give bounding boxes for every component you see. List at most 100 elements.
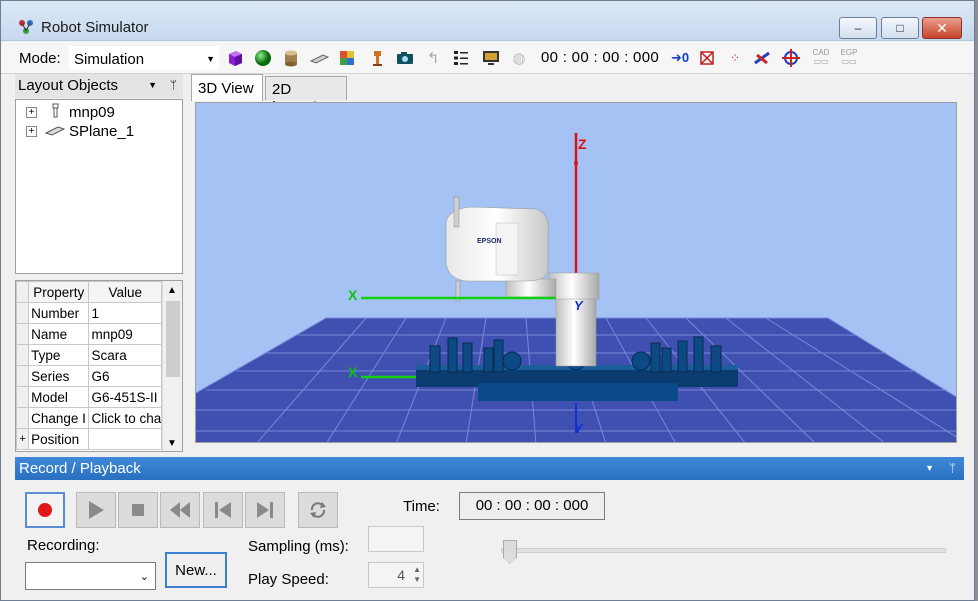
mode-select[interactable]: Simulation ▼: [69, 46, 219, 70]
property-name: Number: [28, 302, 90, 324]
spinner-arrows-icon[interactable]: ▲ ▼: [413, 565, 421, 585]
property-value[interactable]: G6: [88, 365, 162, 387]
maximize-button[interactable]: □: [881, 17, 919, 39]
rewind-button[interactable]: [160, 492, 200, 528]
no-collision-icon[interactable]: [697, 48, 717, 68]
property-name: Series: [28, 365, 90, 387]
loop-button[interactable]: [298, 492, 338, 528]
property-scrollbar[interactable]: ▲ ▼: [162, 281, 182, 451]
play-speed-stepper[interactable]: 4 ▲ ▼: [368, 562, 424, 588]
expand-icon[interactable]: +: [26, 106, 37, 118]
playback-slider-thumb[interactable]: [503, 540, 517, 564]
chevron-down-icon: ⌄: [139, 571, 149, 583]
pin-icon[interactable]: ᛘ: [949, 461, 956, 475]
play-speed-value: 4: [397, 567, 405, 583]
title-bar: Robot Simulator – □ ✕: [1, 1, 974, 41]
rotate-axes-icon[interactable]: [781, 48, 801, 68]
tree-label: mnp09: [69, 103, 115, 121]
tab-2d-layout[interactable]: 2D Layout: [265, 76, 347, 115]
play-speed-label: Play Speed:: [248, 571, 329, 588]
record-button[interactable]: [25, 492, 65, 528]
cylinder-icon[interactable]: [281, 48, 301, 68]
points-list-icon[interactable]: [451, 48, 471, 68]
robot-arm-link: [505, 278, 557, 298]
tree-label: SPlane_1: [69, 122, 135, 140]
skip-start-button[interactable]: [203, 492, 243, 528]
property-row[interactable]: Change I Click to cha: [16, 407, 162, 429]
chevron-down-icon[interactable]: ▼: [148, 80, 157, 90]
close-button[interactable]: ✕: [922, 17, 962, 39]
chevron-down-icon[interactable]: ▼: [167, 438, 177, 449]
property-row[interactable]: Model G6-451S-II: [16, 386, 162, 408]
3d-viewport[interactable]: Z EPSON X X Y Y: [195, 102, 957, 443]
toolbar: Mode: Simulation ▼ ↰ ◍ 00: 00: 00: 00…: [1, 42, 974, 74]
go-home-button[interactable]: ➜0: [667, 48, 693, 68]
tree-item-splane1[interactable]: + SPlane_1: [26, 122, 134, 140]
z-axis-marker: [574, 161, 578, 165]
property-row[interactable]: Number 1: [16, 302, 162, 324]
play-button[interactable]: [76, 492, 116, 528]
camera-icon[interactable]: [395, 48, 415, 68]
robot-icon: [45, 103, 65, 122]
expand-icon[interactable]: +: [16, 428, 30, 450]
property-value[interactable]: mnp09: [88, 323, 162, 345]
layout-objects-panel: Layout Objects ▼ ᛘ + mnp09 + SPlane_1 Pr…: [15, 74, 183, 452]
property-value[interactable]: Click to cha: [88, 407, 162, 429]
object-icon[interactable]: [337, 48, 357, 68]
scrollbar-thumb[interactable]: [166, 301, 180, 377]
chevron-up-icon[interactable]: ▲: [167, 285, 177, 296]
minimize-button[interactable]: –: [839, 17, 877, 39]
egp-button[interactable]: EGP ▭▭: [839, 48, 859, 66]
y-axis-label-bottom: Y: [574, 421, 584, 436]
plane-icon[interactable]: [309, 48, 329, 68]
property-value[interactable]: 1: [88, 302, 162, 324]
robot-arm-icon[interactable]: [367, 48, 387, 68]
disabled-tool-icon[interactable]: ◍: [509, 48, 529, 68]
move-arrows-icon[interactable]: [753, 48, 773, 68]
property-grid: Property Value Number 1 Name mnp09 Type Sca…: [15, 280, 183, 452]
playback-slider-track[interactable]: [501, 548, 946, 553]
property-value[interactable]: [88, 428, 162, 450]
sampling-input[interactable]: [368, 526, 424, 552]
pin-icon[interactable]: ᛘ: [170, 78, 177, 92]
z-axis-label: Z: [578, 136, 587, 152]
robot-spline-shaft: [453, 196, 460, 228]
new-recording-button[interactable]: New...: [165, 552, 227, 588]
property-row[interactable]: + Position: [16, 428, 162, 450]
x-axis-label-top: X: [348, 287, 358, 303]
robot-panel: [495, 222, 519, 276]
property-name: Change I: [28, 407, 90, 429]
stop-button[interactable]: [118, 492, 158, 528]
property-row[interactable]: Name mnp09: [16, 323, 162, 345]
property-name: Type: [28, 344, 90, 366]
cube-icon[interactable]: [225, 48, 245, 68]
minimize-icon: –: [854, 21, 862, 35]
scatter-points-icon[interactable]: ⁘: [725, 48, 745, 68]
value-column-header: Value: [88, 281, 162, 303]
sphere-icon[interactable]: [253, 48, 273, 68]
property-row[interactable]: Type Scara: [16, 344, 162, 366]
chevron-down-icon: ▼: [206, 54, 215, 64]
property-row[interactable]: Series G6: [16, 365, 162, 387]
skip-end-icon: [257, 502, 273, 518]
record-playback-title: Record / Playback: [19, 460, 141, 477]
tab-3d-view[interactable]: 3D View: [191, 74, 263, 101]
skip-end-button[interactable]: [245, 492, 285, 528]
cad-button[interactable]: CAD ▭▭: [811, 48, 831, 66]
chevron-down-icon[interactable]: ▼: [925, 463, 934, 473]
property-name: Model: [28, 386, 90, 408]
property-value[interactable]: Scara: [88, 344, 162, 366]
sampling-label: Sampling (ms):: [248, 538, 349, 555]
undo-icon[interactable]: ↰: [423, 48, 443, 68]
maximize-icon: □: [896, 21, 904, 35]
property-value[interactable]: G6-451S-II: [88, 386, 162, 408]
time-display: 00 : 00 : 00 : 000: [459, 492, 605, 520]
mode-value: Simulation: [74, 51, 145, 68]
cad-label: CAD: [812, 48, 830, 57]
tree-item-mnp09[interactable]: + mnp09: [26, 103, 115, 121]
plane-icon: [44, 124, 66, 139]
expand-icon[interactable]: +: [26, 125, 37, 137]
recording-select[interactable]: ⌄: [25, 562, 156, 590]
monitor-icon[interactable]: [481, 48, 501, 68]
3d-scene[interactable]: Z EPSON X X Y Y: [196, 103, 957, 443]
